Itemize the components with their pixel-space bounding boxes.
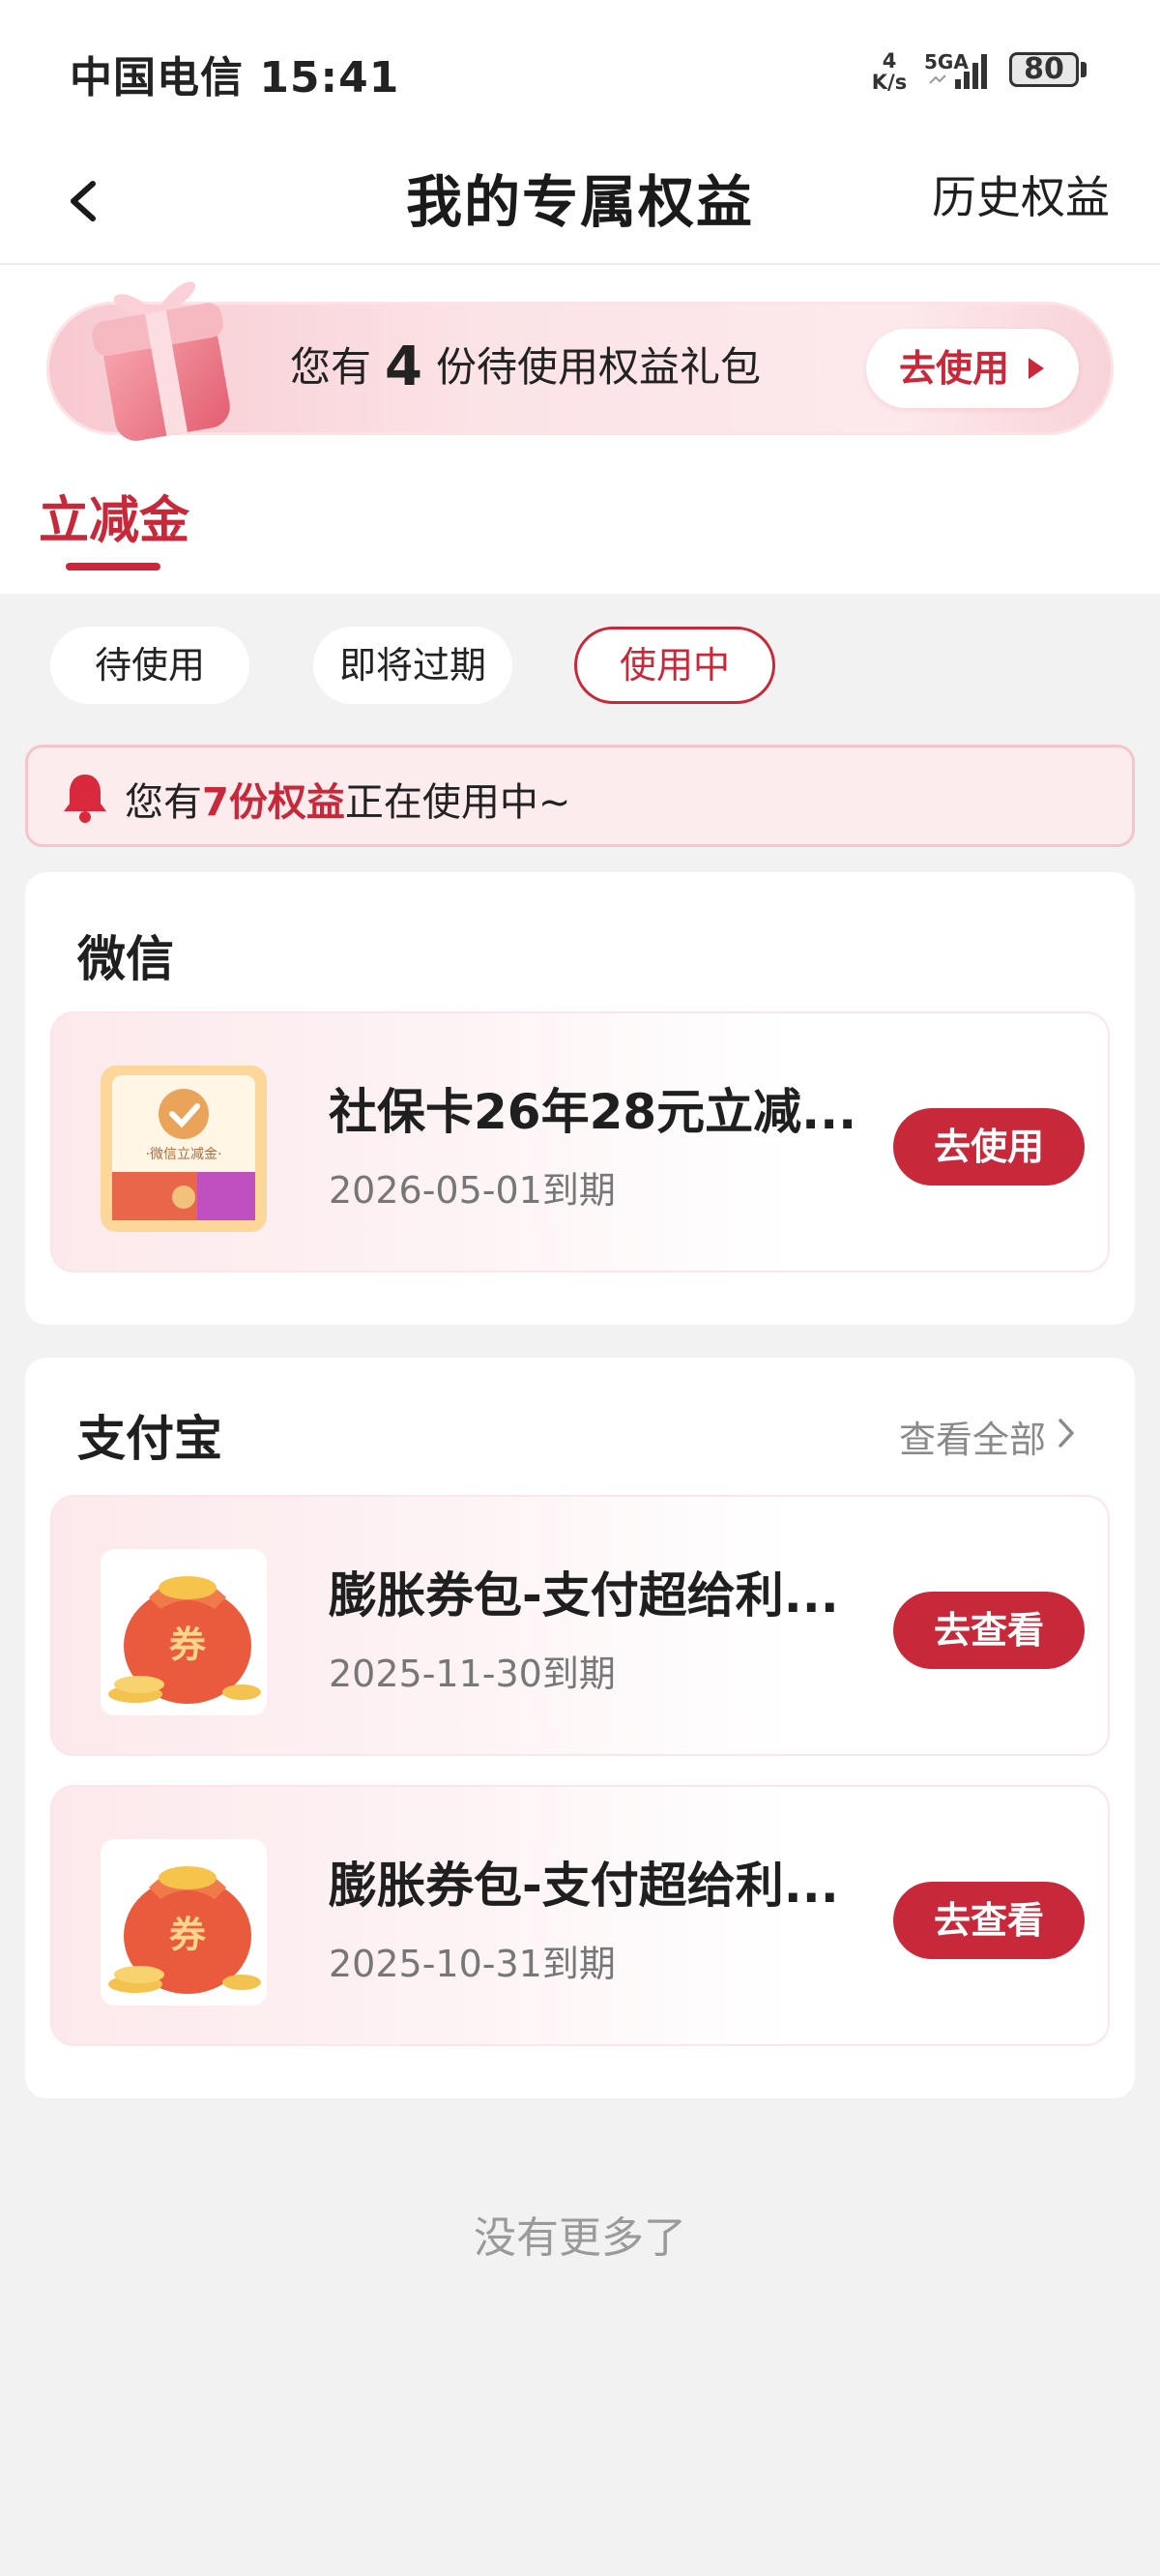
- battery-icon: 80: [1009, 52, 1079, 87]
- notice-text: 您有7份权益正在使用中~: [125, 771, 570, 827]
- wechat-discount-card-icon: ·微信立减金·: [101, 1066, 267, 1232]
- item-title: 膨胀券包-支付超给利...: [329, 1858, 839, 1914]
- wechat-card-text: ·微信立减金·: [146, 1147, 222, 1162]
- item-expiry-date: 2026-05-01到期: [329, 1169, 616, 1212]
- gift-count: 4: [385, 336, 422, 398]
- in-use-notice: 您有7份权益正在使用中~: [25, 745, 1135, 847]
- coupon-bag-text: 券: [169, 1624, 207, 1666]
- view-button[interactable]: 去查看: [893, 1882, 1085, 1959]
- use-button[interactable]: 去使用: [893, 1108, 1085, 1186]
- coupon-bag-icon: 券: [101, 1549, 267, 1715]
- coupon-bag-icon: 券: [101, 1839, 267, 2005]
- notice-highlight: 7份权益: [202, 780, 345, 825]
- header: 我的专属权益 历史权益: [0, 135, 1160, 265]
- view-button[interactable]: 去查看: [893, 1592, 1085, 1669]
- list-item: 券 膨胀券包-支付超给利... 2025-10-31到期 去查看: [50, 1785, 1110, 2046]
- item-title: 社保卡26年28元立减...: [329, 1084, 857, 1140]
- carrier-time: 中国电信 15:41: [70, 53, 400, 102]
- status-bar: 中国电信 15:41 4 K/s 5GA 80: [0, 0, 1160, 135]
- history-benefits-link[interactable]: 历史权益: [932, 162, 1110, 226]
- net-speed-value: 4: [882, 49, 897, 73]
- gift-text-suffix: 份待使用权益礼包: [435, 343, 761, 391]
- battery-tip: [1081, 62, 1087, 77]
- section-title-alipay: 支付宝: [77, 1411, 222, 1467]
- section-title-wechat: 微信: [77, 931, 174, 987]
- tab-instant-discount[interactable]: 立减金: [39, 480, 189, 552]
- signal-strength-icon: [929, 54, 987, 89]
- gift-use-button[interactable]: 去使用: [866, 329, 1079, 408]
- gift-box-icon: [92, 281, 230, 441]
- list-item: ·微信立减金· 社保卡26年28元立减... 2026-05-01到期 去使用: [50, 1011, 1110, 1273]
- notice-prefix: 您有: [125, 780, 202, 825]
- item-title: 膨胀券包-支付超给利...: [329, 1567, 839, 1624]
- net-speed: 4 K/s: [866, 50, 913, 93]
- gift-text-prefix: 您有: [290, 343, 372, 391]
- gift-use-button-label: 去使用: [899, 347, 1010, 390]
- no-more-text: 没有更多了: [474, 2213, 686, 2263]
- play-triangle-icon: [1029, 358, 1044, 379]
- filter-chip-expiring-soon[interactable]: 即将过期: [313, 627, 512, 704]
- list-item: 券 膨胀券包-支付超给利... 2025-11-30到期 去查看: [50, 1495, 1110, 1756]
- wechat-section: 微信 ·微信立减金· 社保卡26年28元立减... 2026-05-01到期 去…: [25, 872, 1135, 1325]
- coupon-bag-text: 券: [169, 1914, 207, 1956]
- item-expiry-date: 2025-11-30到期: [329, 1653, 616, 1695]
- tab-underline: [66, 563, 160, 571]
- net-speed-unit: K/s: [871, 71, 908, 94]
- filter-chip-in-use[interactable]: 使用中: [574, 627, 775, 704]
- gift-banner-text: 您有 4 份待使用权益礼包: [290, 335, 761, 398]
- see-all-link[interactable]: 查看全部: [899, 1410, 1046, 1463]
- chevron-right-icon[interactable]: [1056, 1416, 1077, 1450]
- filter-chip-to-use[interactable]: 待使用: [50, 627, 249, 704]
- notice-suffix: 正在使用中~: [344, 780, 571, 825]
- item-expiry-date: 2025-10-31到期: [329, 1943, 616, 1985]
- alipay-section: 支付宝 查看全部 券 膨胀券包-支付超给利... 2025-11-30到期 去查…: [25, 1358, 1135, 2098]
- bell-icon: [64, 775, 106, 823]
